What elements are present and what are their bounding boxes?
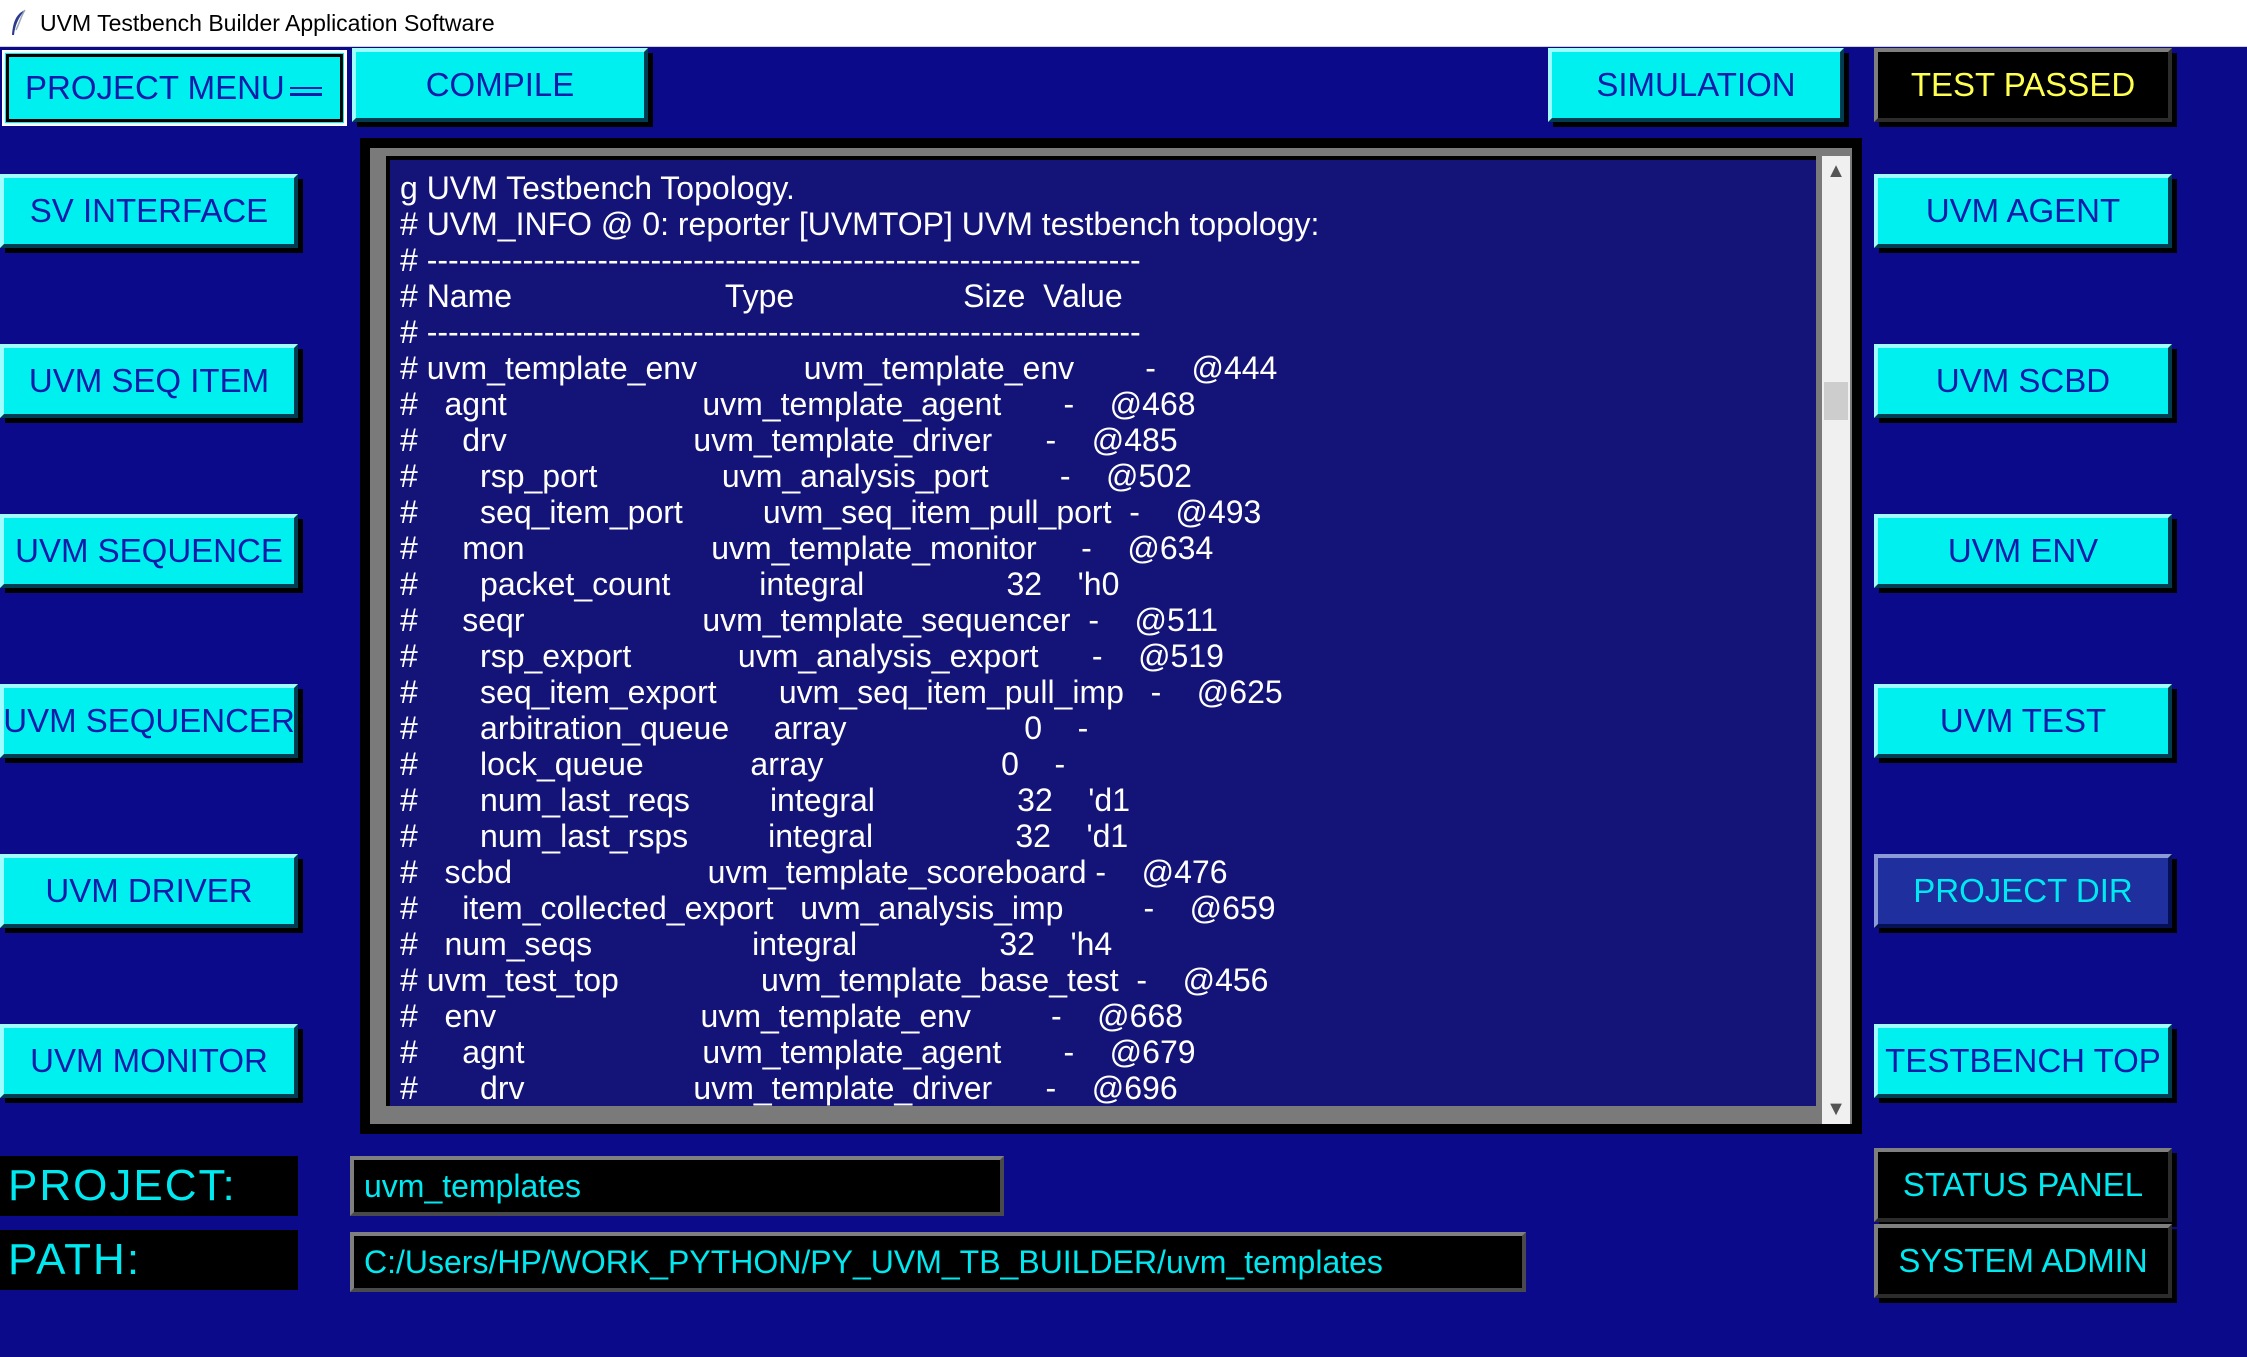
uvm-driver-button[interactable]: UVM DRIVER [0, 854, 298, 928]
system-admin-button[interactable]: SYSTEM ADMIN [1874, 1224, 2172, 1298]
console-line: # agnt uvm_template_agent - @679 [400, 1034, 1196, 1070]
console-line: # num_last_rsps integral 32 'd1 [400, 818, 1129, 854]
project-menu-label: PROJECT MENU [25, 69, 285, 106]
scroll-up-icon[interactable]: ▲ [1822, 156, 1850, 186]
console-line: g UVM Testbench Topology. [400, 170, 795, 206]
console-line: # seq_item_export uvm_seq_item_pull_imp … [400, 674, 1283, 710]
console-panel: g UVM Testbench Topology. # UVM_INFO @ 0:… [360, 138, 1862, 1134]
feather-icon [12, 9, 26, 35]
menu-indicator-icon [290, 87, 322, 96]
console-scrollbar[interactable]: ▲ ▼ [1822, 156, 1850, 1124]
console-bezel: g UVM Testbench Topology. # UVM_INFO @ 0:… [370, 148, 1852, 1124]
uvm-env-button[interactable]: UVM ENV [1874, 514, 2172, 588]
uvm-agent-button[interactable]: UVM AGENT [1874, 174, 2172, 248]
uvm-sequence-button[interactable]: UVM SEQUENCE [0, 514, 298, 588]
scroll-down-icon[interactable]: ▼ [1822, 1094, 1850, 1124]
console-line: # seqr uvm_template_sequencer - @511 [400, 602, 1219, 638]
console-line: # scbd uvm_template_scoreboard - @476 [400, 854, 1228, 890]
uvm-monitor-button[interactable]: UVM MONITOR [0, 1024, 298, 1098]
console-line: # lock_queue array 0 - [400, 746, 1066, 782]
sv-interface-button[interactable]: SV INTERFACE [0, 174, 298, 248]
project-dir-button[interactable]: PROJECT DIR [1874, 854, 2172, 928]
console-line: # UVM_INFO @ 0: reporter [UVMTOP] UVM te… [400, 206, 1320, 242]
scroll-thumb[interactable] [1824, 382, 1848, 420]
console-line: # rsp_port uvm_analysis_port - @502 [400, 458, 1192, 494]
console-line: # Name Type Size Value [400, 278, 1123, 314]
compile-button[interactable]: COMPILE [352, 48, 648, 122]
console-line: # seq_item_port uvm_seq_item_pull_port -… [400, 494, 1262, 530]
console-line: # --------------------------------------… [400, 242, 1141, 278]
console-line: # drv uvm_template_driver - @696 [400, 1070, 1178, 1106]
window-title: UVM Testbench Builder Application Softwa… [40, 9, 495, 36]
project-label: PROJECT: [0, 1156, 298, 1216]
project-name-field[interactable]: uvm_templates [350, 1156, 1004, 1216]
console-line: # num_last_reqs integral 32 'd1 [400, 782, 1130, 818]
console-line: # mon uvm_template_monitor - @634 [400, 530, 1214, 566]
simulation-button[interactable]: SIMULATION [1548, 48, 1844, 122]
uvm-seq-item-button[interactable]: UVM SEQ ITEM [0, 344, 298, 418]
console-line: # agnt uvm_template_agent - @468 [400, 386, 1196, 422]
console-line: # packet_count integral 32 'h0 [400, 566, 1120, 602]
path-label: PATH: [0, 1230, 298, 1290]
console-line: # uvm_template_env uvm_template_env - @4… [400, 350, 1278, 386]
console-line: # num_seqs integral 32 'h4 [400, 926, 1113, 962]
console-output[interactable]: g UVM Testbench Topology. # UVM_INFO @ 0:… [386, 156, 1816, 1106]
title-bar: UVM Testbench Builder Application Softwa… [0, 0, 2247, 47]
console-line: # item_collected_export uvm_analysis_imp… [400, 890, 1276, 926]
project-menu-button[interactable]: PROJECT MENU [2, 50, 347, 126]
console-line: # env uvm_template_env - @668 [400, 998, 1184, 1034]
console-line: # drv uvm_template_driver - @485 [400, 422, 1178, 458]
console-line: # uvm_test_top uvm_template_base_test - … [400, 962, 1269, 998]
console-line: # rsp_export uvm_analysis_export - @519 [400, 638, 1224, 674]
status-panel-button[interactable]: STATUS PANEL [1874, 1148, 2172, 1222]
test-status-indicator: TEST PASSED [1874, 48, 2172, 122]
uvm-scbd-button[interactable]: UVM SCBD [1874, 344, 2172, 418]
project-path-field[interactable]: C:/Users/HP/WORK_PYTHON/PY_UVM_TB_BUILDE… [350, 1232, 1526, 1292]
uvm-sequencer-button[interactable]: UVM SEQUENCER [0, 684, 298, 758]
console-line: # --------------------------------------… [400, 314, 1141, 350]
uvm-test-button[interactable]: UVM TEST [1874, 684, 2172, 758]
testbench-top-button[interactable]: TESTBENCH TOP [1874, 1024, 2172, 1098]
console-line: # arbitration_queue array 0 - [400, 710, 1089, 746]
